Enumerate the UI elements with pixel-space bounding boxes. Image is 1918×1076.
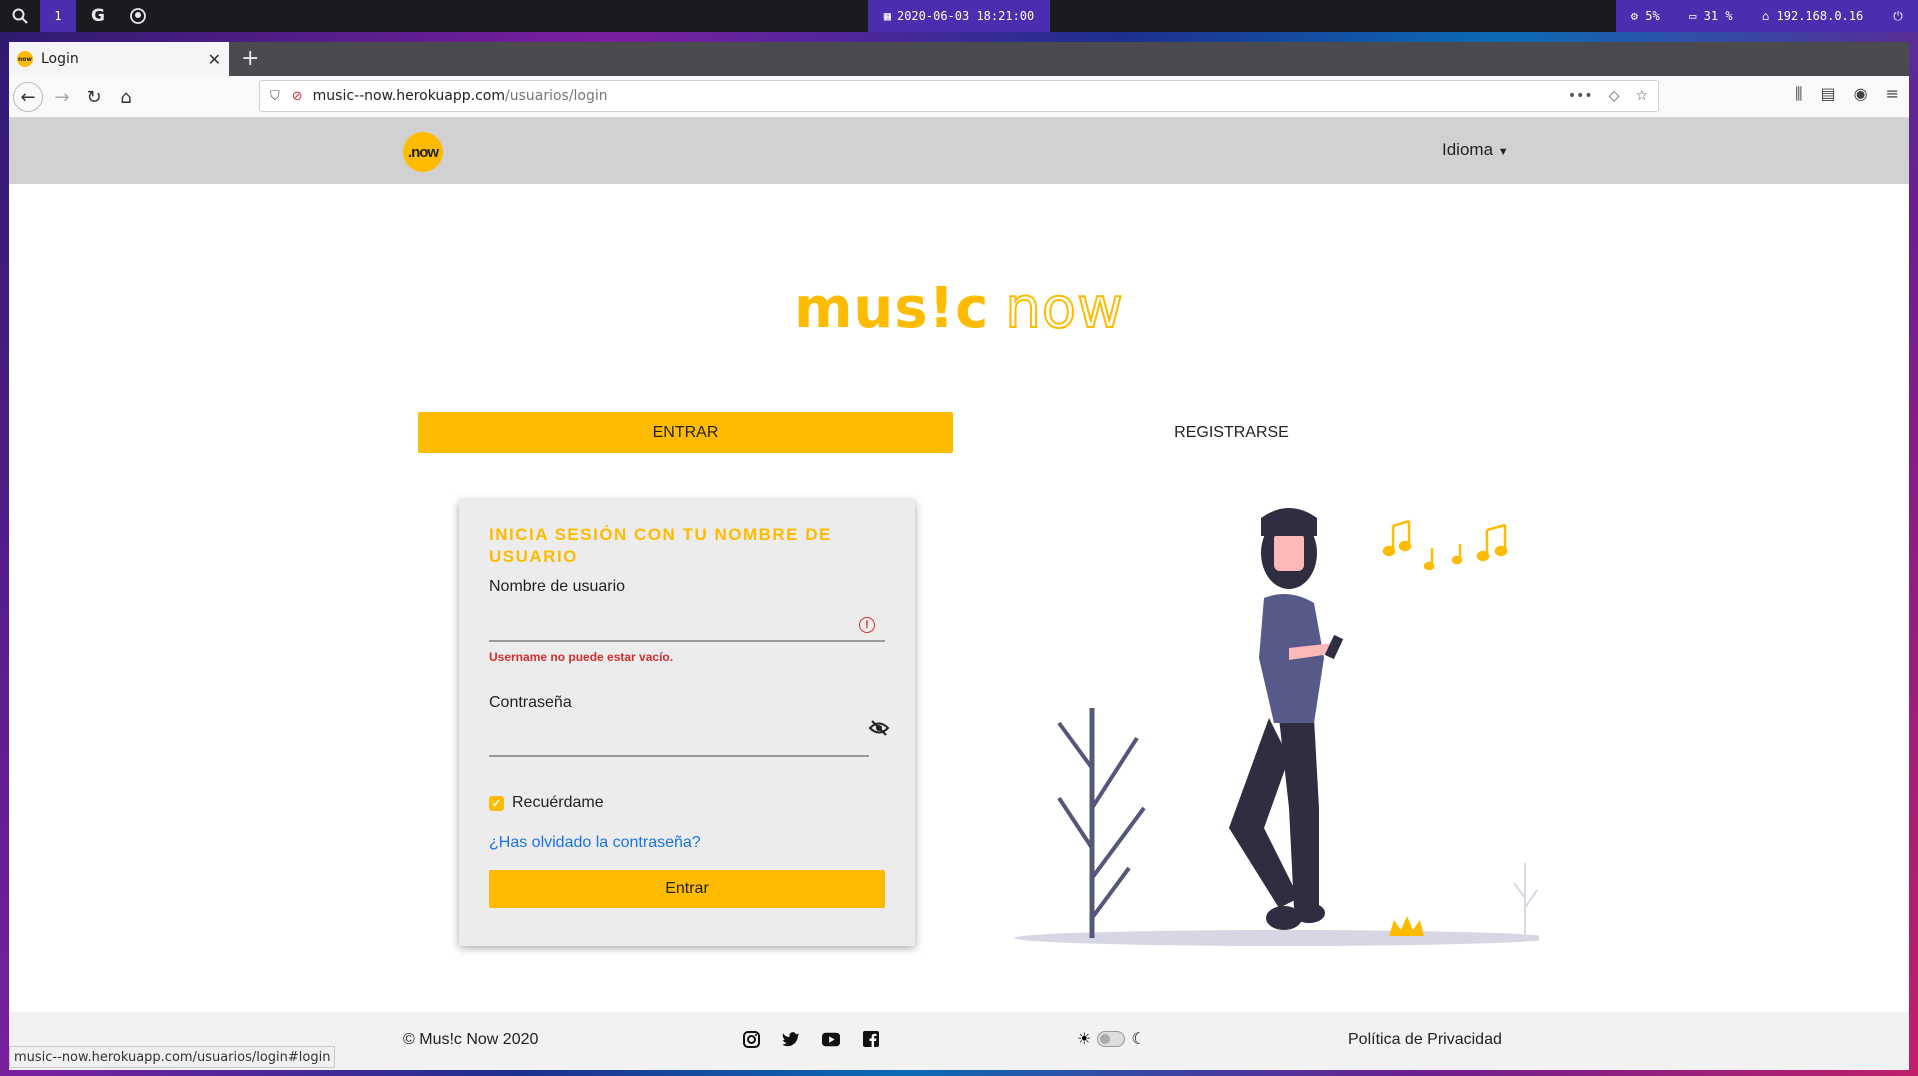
language-label: Idioma	[1442, 140, 1494, 159]
cpu-icon: ⚙	[1630, 9, 1638, 23]
instagram-icon[interactable]	[742, 1030, 760, 1048]
status-bar-url: music--now.herokuapp.com/usuarios/login#…	[9, 1046, 336, 1068]
remember-label: Recuérdame	[512, 794, 604, 811]
remember-checkbox[interactable]: ✓	[489, 795, 504, 811]
url-bar[interactable]: ⛉ ⊘ music--now.herokuapp.com/usuarios/lo…	[259, 80, 1659, 112]
url-path: /usuarios/login	[504, 88, 608, 104]
card-title: INICIA SESIÓN CON TU NOMBRE DE USUARIO	[489, 525, 832, 566]
cpu-stat: ⚙ 5%	[1631, 9, 1660, 23]
caret-down-icon: ▼	[1497, 146, 1509, 158]
more-actions-icon[interactable]: •••	[1568, 88, 1593, 104]
cpu-value: 5%	[1645, 9, 1660, 23]
github-icon[interactable]	[124, 0, 152, 32]
insecure-lock-icon[interactable]: ⊘	[292, 89, 303, 104]
copyright: © Mus!c Now 2020	[403, 1031, 539, 1048]
shield-icon[interactable]: ⛉	[270, 89, 280, 104]
calendar-icon: ▦	[883, 9, 891, 23]
ip-value: 192.168.0.16	[1776, 9, 1864, 23]
forgot-password-link[interactable]: ¿Has olvidado la contraseña?	[489, 834, 701, 852]
brand-title: mus!c now	[9, 275, 1909, 342]
disk-value: 31 %	[1703, 9, 1733, 23]
youtube-icon[interactable]	[822, 1030, 840, 1048]
tab-register[interactable]: REGISTRARSE	[964, 412, 1499, 453]
browser-window: now Login ✕ + ← → ↻ ⌂ ⛉ ⊘ music--now.her…	[9, 42, 1909, 1070]
twitter-icon[interactable]	[782, 1030, 800, 1048]
close-tab-icon[interactable]: ✕	[208, 50, 221, 69]
username-error: Username no puede estar vacío.	[489, 650, 674, 664]
toolbar-right: ⫼ ▤ ◉ ≡	[1795, 84, 1899, 104]
error-icon: !	[859, 617, 875, 633]
library-icon[interactable]: ⫼	[1795, 84, 1802, 104]
forward-icon[interactable]: →	[47, 82, 77, 112]
login-card: INICIA SESIÓN CON TU NOMBRE DE USUARIO N…	[459, 500, 915, 946]
disk-stat: ▭ 31 %	[1689, 9, 1732, 23]
navigation-toolbar: ← → ↻ ⌂ ⛉ ⊘ music--now.herokuapp.com/usu…	[9, 76, 1909, 118]
disk-icon: ▭	[1689, 9, 1697, 23]
password-label: Contraseña	[489, 694, 572, 711]
dark-mode-toggle[interactable]	[1097, 1031, 1126, 1047]
network-icon: ⌂	[1762, 9, 1770, 23]
language-dropdown[interactable]: Idioma ▼	[1442, 140, 1509, 160]
tab-login[interactable]: ENTRAR	[418, 412, 953, 453]
pocket-icon[interactable]: ◇	[1609, 88, 1620, 104]
privacy-link[interactable]: Política de Privacidad	[1348, 1031, 1502, 1049]
menu-icon[interactable]: ≡	[1886, 84, 1899, 104]
back-icon[interactable]: ←	[13, 82, 43, 112]
bookmark-star-icon[interactable]: ☆	[1635, 88, 1648, 104]
remember-me[interactable]: ✓ Recuérdame	[489, 794, 604, 812]
brand-solid: mus!c	[794, 276, 990, 341]
eye-off-icon[interactable]	[868, 720, 890, 741]
search-icon[interactable]	[0, 0, 40, 32]
password-underline	[489, 755, 869, 757]
theme-switcher: ☀ ☾	[1077, 1029, 1146, 1049]
home-icon[interactable]: ⌂	[111, 82, 141, 112]
brand-outline: now	[1004, 275, 1124, 342]
music-girl-illustration	[989, 508, 1554, 953]
site-logo[interactable]: .now	[403, 132, 443, 172]
account-icon[interactable]: ◉	[1854, 84, 1868, 104]
username-input[interactable]	[489, 608, 849, 638]
url-host: music--now.herokuapp.com	[312, 88, 505, 104]
tab-title: Login	[41, 51, 79, 67]
login-submit-button[interactable]: Entrar	[489, 870, 885, 908]
power-icon[interactable]: ⏻	[1878, 0, 1918, 32]
os-top-bar: 1 G ▦ 2020-06-03 18:21:00 ⚙ 5% ▭ 31 % ⌂ …	[0, 0, 1918, 32]
network-stat: ⌂ 192.168.0.16	[1762, 9, 1863, 23]
moon-icon: ☾	[1131, 1031, 1146, 1048]
password-input[interactable]	[489, 722, 849, 752]
new-tab-icon[interactable]: +	[241, 46, 259, 71]
sidebar-icon[interactable]: ▤	[1821, 84, 1836, 104]
browser-tab[interactable]: now Login ✕	[9, 42, 229, 76]
username-underline	[489, 640, 885, 642]
social-links	[742, 1030, 880, 1048]
web-page: .now Idioma ▼ mus!c now ENTRAR REGISTRARS…	[9, 118, 1909, 1070]
clock: ▦ 2020-06-03 18:21:00	[868, 0, 1050, 32]
google-icon[interactable]: G	[84, 0, 112, 32]
username-label: Nombre de usuario	[489, 578, 626, 595]
system-stats: ⚙ 5% ▭ 31 % ⌂ 192.168.0.16	[1616, 0, 1878, 32]
workspace-indicator[interactable]: 1	[40, 0, 76, 32]
favicon-icon: now	[17, 51, 33, 67]
reload-icon[interactable]: ↻	[79, 82, 109, 112]
url-actions: ••• ◇ ☆	[1568, 88, 1648, 104]
site-header: .now Idioma ▼	[9, 118, 1909, 184]
clock-text: 2020-06-03 18:21:00	[896, 9, 1035, 23]
facebook-icon[interactable]	[862, 1030, 880, 1048]
tab-strip: now Login ✕ +	[9, 42, 1909, 76]
sun-icon: ☀	[1077, 1031, 1092, 1048]
